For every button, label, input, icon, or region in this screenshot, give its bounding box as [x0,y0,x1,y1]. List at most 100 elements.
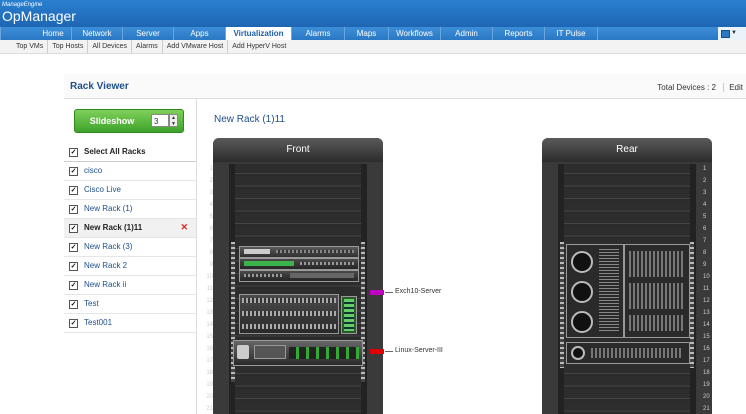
rack-checkbox[interactable]: ✓ [69,205,78,214]
rack-name-link[interactable]: New Rack (1) [84,204,132,213]
unit-number: 19 [206,382,213,388]
unit-number: 19 [703,382,710,388]
tab-apps[interactable]: Apps [174,27,226,40]
interval-stepper[interactable]: ▲ ▼ [169,114,178,127]
exch10-server-label[interactable]: Exch10-Server [395,288,441,295]
select-all-label: Select All Racks [84,147,146,156]
rack-checkbox[interactable]: ✓ [69,262,78,271]
slideshow-button[interactable]: Slideshow [75,110,149,132]
screen-selector[interactable]: ▼ [718,27,746,40]
tab-admin[interactable]: Admin [441,27,493,40]
rack-name-link[interactable]: cisco [84,166,102,175]
unit-number: 10 [703,274,710,280]
slideshow-interval-input[interactable]: 3 [151,114,169,127]
unit-number: 1 [209,166,213,172]
rack-checkbox[interactable]: ✓ [69,186,78,195]
rack-checkbox[interactable]: ✓ [69,167,78,176]
list-item[interactable]: ✓ New Rack (3) [64,238,196,257]
rack-checkbox[interactable]: ✓ [69,224,78,233]
unit-number: 12 [206,298,213,304]
linux-server-device[interactable] [233,340,363,366]
select-all-checkbox[interactable]: ✓ [69,148,78,157]
tab-alarms[interactable]: Alarms [292,27,345,40]
rack-title: New Rack (1)11 [214,114,285,125]
list-item[interactable]: ✓ New Rack (1) [64,200,196,219]
sub-nav: Top VMs Top Hosts All Devices Alarms Add… [0,40,746,54]
rack-checkbox[interactable]: ✓ [69,243,78,252]
unit-number: 7 [209,238,213,244]
subnav-top-vms[interactable]: Top VMs [12,40,49,53]
tab-home[interactable]: Home [35,27,72,40]
rack-name-link[interactable]: New Rack (3) [84,242,132,251]
list-item[interactable]: ✓ Cisco Live [64,181,196,200]
rack-name-link[interactable]: New Rack 2 [84,261,127,270]
tab-it-pulse[interactable]: IT Pulse [545,27,598,40]
unit-number: 21 [703,406,710,412]
server-unit[interactable] [239,246,359,258]
list-item[interactable]: ✓ cisco [64,162,196,181]
unit-number: 8 [703,250,707,256]
unit-number: 18 [206,370,213,376]
fan-icon [571,281,593,303]
unit-number: 5 [209,214,213,220]
rack-name-link[interactable]: Cisco Live [84,185,121,194]
linux-server-label[interactable]: Linux-Server-III [395,347,443,354]
unit-number: 9 [703,262,707,268]
tab-network[interactable]: Network [72,27,123,40]
rack-shelves [235,164,361,414]
list-item[interactable]: ✓ Test001 [64,314,196,333]
delete-icon[interactable]: ✕ [180,222,188,233]
unit-number: 13 [206,310,213,316]
unit-number: 17 [703,358,710,364]
edit-link[interactable]: Edit [723,83,743,92]
list-item[interactable]: ✓ New Rack 2 [64,257,196,276]
rear-server-unit[interactable] [566,244,624,338]
exch10-marker[interactable] [370,290,384,295]
rack-name-link[interactable]: New Rack (1)11 [84,223,142,232]
unit-number: 15 [206,334,213,340]
unit-number: 9 [209,262,213,268]
rear-server-unit[interactable] [566,342,690,364]
select-all-racks-row[interactable]: ✓ Select All Racks [64,143,196,162]
unit-number: 2 [703,178,707,184]
list-item-selected[interactable]: ✓ New Rack (1)11 ✕ [64,219,196,238]
tab-maps[interactable]: Maps [345,27,389,40]
unit-number: 1 [703,166,707,172]
tab-server[interactable]: Server [123,27,174,40]
unit-number: 16 [206,346,213,352]
rack-viewer-header: Rack Viewer Total Devices : 2 Edit [64,74,746,99]
unit-number: 8 [209,250,213,256]
unit-number: 14 [206,322,213,328]
server-unit[interactable] [239,258,359,270]
tab-reports[interactable]: Reports [493,27,545,40]
tab-virtualization[interactable]: Virtualization [226,27,292,40]
subnav-alarms[interactable]: Alarms [132,40,163,53]
rack-checkbox[interactable]: ✓ [69,300,78,309]
unit-number: 10 [206,274,213,280]
rack-name-link[interactable]: Test [84,299,99,308]
subnav-add-hyperv-host[interactable]: Add HyperV Host [228,40,290,53]
monitor-icon [721,30,730,38]
rack-sidebar: Slideshow 3 ▲ ▼ ✓ Select All Racks ✓ cisc… [64,99,197,414]
list-item[interactable]: ✓ New Rack ii [64,276,196,295]
rack-checkbox[interactable]: ✓ [69,319,78,328]
opmanager-logo[interactable]: ManageEngine OpManager [2,2,76,24]
rack-checkbox[interactable]: ✓ [69,281,78,290]
server-unit[interactable] [239,270,359,282]
front-rack-label: Front [213,138,383,162]
unit-number: 15 [703,334,710,340]
subnav-all-devices[interactable]: All Devices [88,40,132,53]
tab-workflows[interactable]: Workflows [389,27,441,40]
rear-server-unit[interactable] [624,244,690,338]
rack-name-link[interactable]: New Rack ii [84,280,126,289]
switch-module[interactable] [341,296,357,334]
exch10-server-device[interactable] [239,294,339,334]
unit-number: 6 [703,226,707,232]
linux-server-marker[interactable] [370,349,384,354]
subnav-top-hosts[interactable]: Top Hosts [48,40,89,53]
list-item[interactable]: ✓ Test [64,295,196,314]
rear-rack: Rear [542,138,712,414]
rack-name-link[interactable]: Test001 [84,318,112,327]
slideshow-control: Slideshow 3 ▲ ▼ [74,109,184,133]
subnav-add-vmware-host[interactable]: Add VMware Host [163,40,229,53]
